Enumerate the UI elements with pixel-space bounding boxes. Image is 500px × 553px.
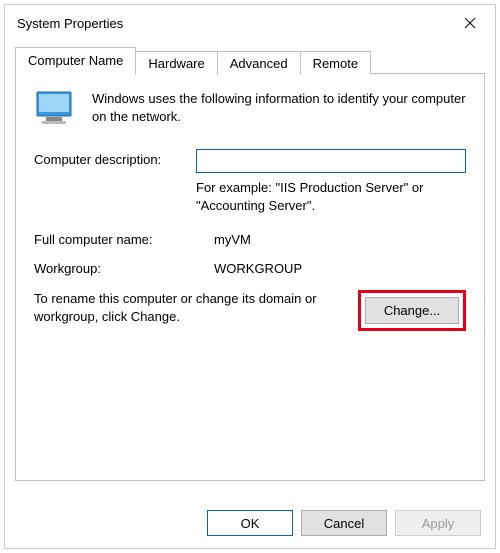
- workgroup-value: WORKGROUP: [214, 261, 302, 276]
- cancel-button[interactable]: Cancel: [301, 510, 387, 536]
- change-button-highlight: Change...: [358, 290, 466, 331]
- rename-text: To rename this computer or change its do…: [34, 290, 340, 325]
- description-hint: For example: "IIS Production Server" or …: [196, 179, 466, 214]
- description-label: Computer description:: [34, 149, 196, 167]
- ok-button[interactable]: OK: [207, 510, 293, 536]
- tab-hardware[interactable]: Hardware: [135, 51, 217, 75]
- tabstrip: Computer Name Hardware Advanced Remote: [15, 47, 485, 74]
- full-computer-name-value: myVM: [214, 232, 251, 247]
- computer-icon: [34, 90, 78, 133]
- tab-panel-computer-name: Windows uses the following information t…: [15, 73, 485, 481]
- dialog-footer: OK Cancel Apply: [207, 510, 481, 536]
- close-icon: [464, 17, 476, 29]
- window-title: System Properties: [17, 16, 123, 31]
- full-computer-name-label: Full computer name:: [34, 232, 214, 247]
- apply-button: Apply: [395, 510, 481, 536]
- tab-advanced[interactable]: Advanced: [217, 51, 301, 75]
- change-button[interactable]: Change...: [365, 297, 459, 324]
- workgroup-label: Workgroup:: [34, 261, 214, 276]
- tab-remote[interactable]: Remote: [300, 51, 372, 75]
- tab-computer-name[interactable]: Computer Name: [15, 47, 136, 74]
- system-properties-window: System Properties Computer Name Hardware…: [4, 4, 496, 549]
- intro-text: Windows uses the following information t…: [92, 90, 466, 133]
- full-computer-name-row: Full computer name: myVM: [34, 232, 466, 247]
- tabs-container: Computer Name Hardware Advanced Remote W…: [5, 41, 495, 481]
- workgroup-row: Workgroup: WORKGROUP: [34, 261, 466, 276]
- description-input[interactable]: [196, 149, 466, 173]
- description-row: Computer description: For example: "IIS …: [34, 149, 466, 214]
- intro-row: Windows uses the following information t…: [34, 90, 466, 133]
- rename-row: To rename this computer or change its do…: [34, 290, 466, 331]
- titlebar: System Properties: [5, 5, 495, 41]
- close-button[interactable]: [455, 8, 485, 38]
